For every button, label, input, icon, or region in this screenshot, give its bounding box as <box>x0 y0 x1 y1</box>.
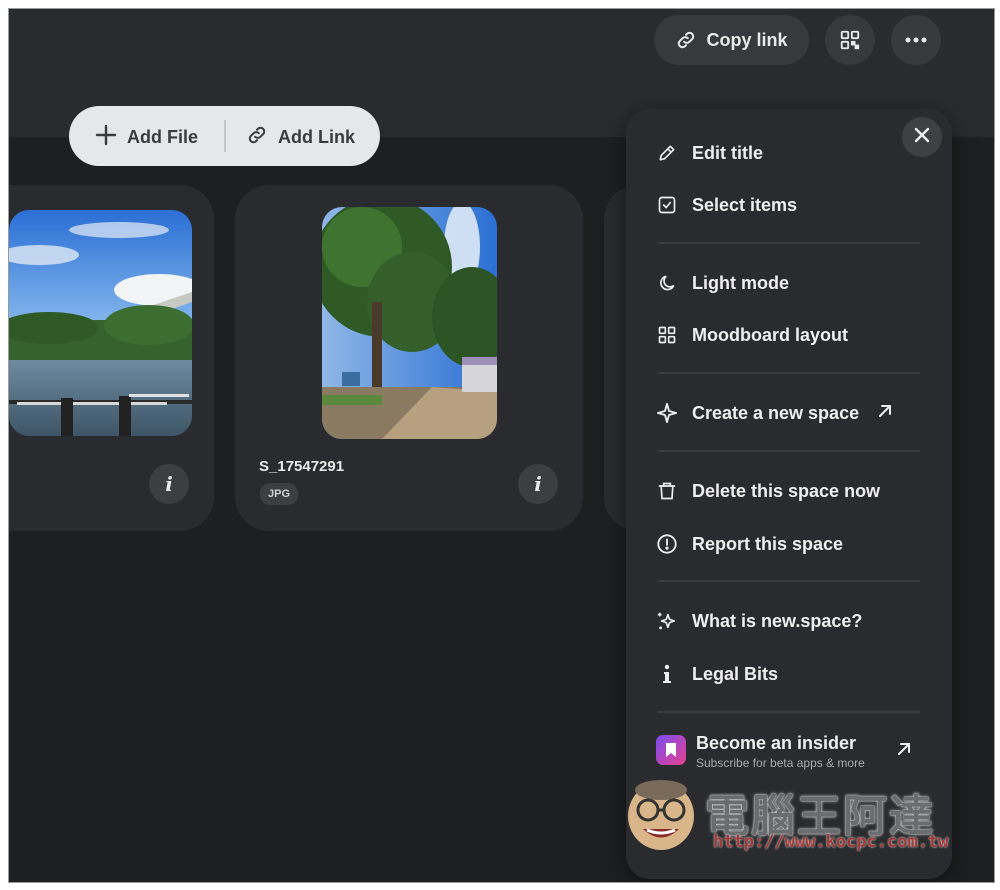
menu-item-moodboard-layout[interactable]: Moodboard layout <box>656 321 848 349</box>
more-options-button[interactable] <box>891 15 941 65</box>
sparkles-icon <box>656 610 678 632</box>
link-icon <box>246 124 268 151</box>
moon-icon <box>656 272 678 294</box>
menu-item-delete-space[interactable]: Delete this space now <box>656 477 880 505</box>
close-menu-button[interactable] <box>902 117 942 157</box>
menu-item-create-space[interactable]: Create a new space <box>656 399 893 427</box>
add-file-label: Add File <box>127 127 198 147</box>
mascot-face-icon <box>628 780 694 850</box>
qr-code-button[interactable] <box>825 15 875 65</box>
menu-item-label: Light mode <box>692 272 789 293</box>
external-arrow-icon <box>896 741 912 762</box>
menu-separator <box>658 711 920 713</box>
file-name: S_17547291 <box>259 458 345 475</box>
ellipsis-icon <box>904 36 928 44</box>
add-file-button[interactable]: Add File <box>95 124 198 151</box>
copy-link-label: Copy link <box>706 29 788 50</box>
menu-item-label: What is new.space? <box>692 610 863 631</box>
bookmark-icon <box>656 735 686 765</box>
menu-item-become-insider[interactable]: Become an insider Subscribe for beta app… <box>656 733 865 770</box>
menu-separator <box>658 580 920 582</box>
grid-icon <box>656 324 678 346</box>
file-card[interactable]: S_17547291 JPG i <box>235 185 583 531</box>
watermark: 電腦王阿達 http://www.kocpc.com.tw <box>621 774 966 864</box>
file-type-badge: JPG <box>260 483 299 505</box>
add-link-button[interactable]: Add Link <box>246 124 355 151</box>
divider <box>224 120 226 152</box>
external-arrow-icon <box>877 403 893 424</box>
menu-item-select-items[interactable]: Select items <box>656 191 797 219</box>
menu-item-edit-title[interactable]: Edit title <box>656 139 763 167</box>
alert-circle-icon <box>656 533 678 555</box>
menu-separator <box>658 242 920 244</box>
menu-separator <box>658 372 920 374</box>
checkbox-icon <box>656 194 678 216</box>
pencil-icon <box>656 142 678 164</box>
menu-item-label: Select items <box>692 194 798 215</box>
menu-separator <box>658 450 920 452</box>
menu-item-label: Report this space <box>692 533 844 554</box>
menu-item-label: Legal Bits <box>692 663 779 684</box>
trash-icon <box>656 480 678 502</box>
watermark-url: http://www.kocpc.com.tw <box>713 832 949 852</box>
add-link-label: Add Link <box>278 127 355 147</box>
menu-item-legal-bits[interactable]: Legal Bits <box>656 660 778 688</box>
app-window: Copy link i S_17547291 JPG i Add File Ad… <box>8 8 995 883</box>
menu-item-label: Create a new space <box>692 402 860 423</box>
menu-item-what-is-new-space[interactable]: What is new.space? <box>656 607 862 635</box>
add-content-bar: Add File Add Link <box>69 106 380 166</box>
sparkle-icon <box>656 402 678 424</box>
close-icon <box>914 127 930 148</box>
insider-subtitle: Subscribe for beta apps & more <box>696 756 865 770</box>
qr-code-icon <box>839 29 861 51</box>
info-button[interactable]: i <box>518 464 558 504</box>
menu-item-light-mode[interactable]: Light mode <box>656 269 789 297</box>
options-menu: Edit title Select items Light mode Moodb… <box>626 109 952 879</box>
plus-icon <box>95 124 117 151</box>
menu-item-report-space[interactable]: Report this space <box>656 530 843 558</box>
info-icon <box>656 663 678 685</box>
copy-link-button[interactable]: Copy link <box>654 15 809 65</box>
link-icon <box>675 29 697 51</box>
lake-photo-thumbnail[interactable] <box>9 210 192 436</box>
file-card[interactable]: i <box>9 185 214 531</box>
info-button[interactable]: i <box>149 464 189 504</box>
park-photo-thumbnail[interactable] <box>322 207 497 439</box>
menu-item-label: Edit title <box>692 142 763 163</box>
menu-item-label: Delete this space now <box>692 480 881 501</box>
menu-item-label: Moodboard layout <box>692 324 848 345</box>
insider-title: Become an insider <box>696 733 857 753</box>
